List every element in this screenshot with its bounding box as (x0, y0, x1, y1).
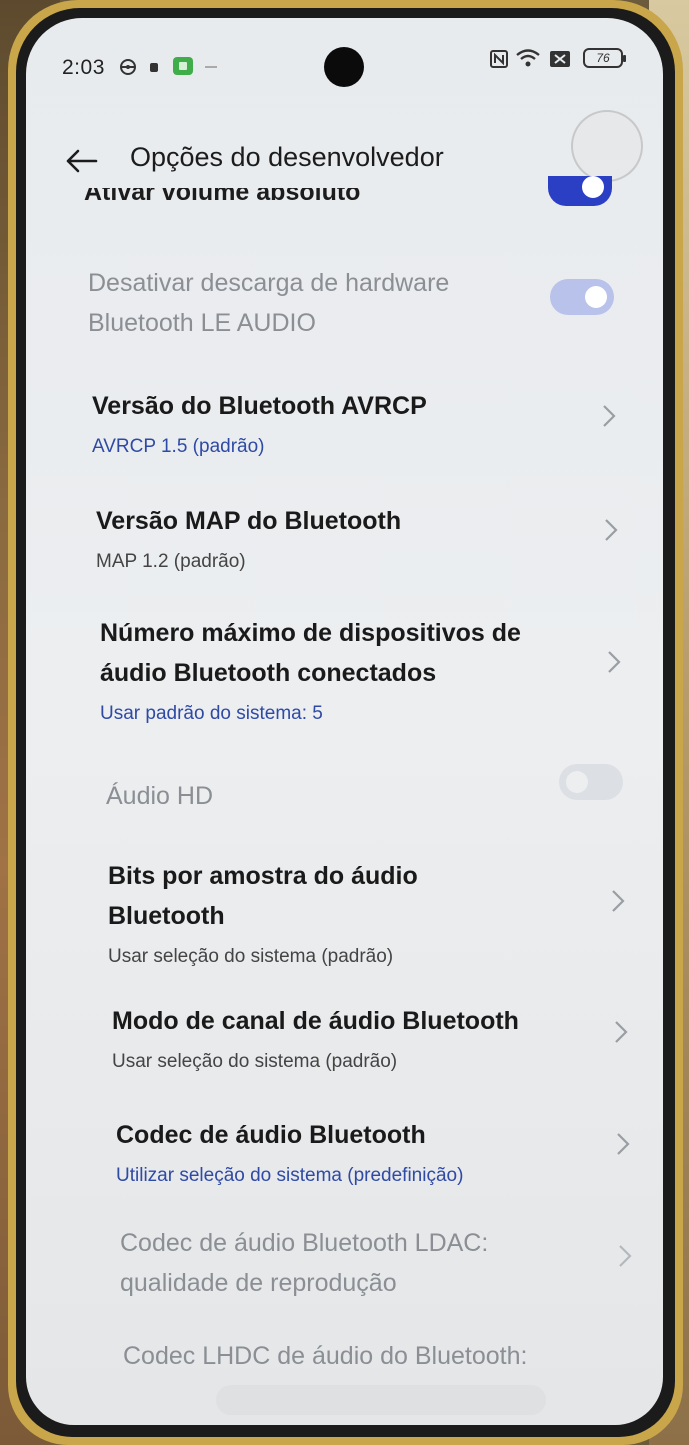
dash-icon (205, 66, 217, 68)
row-title-line: Bits por amostra do áudio (108, 862, 418, 890)
row-title-line: Codec de áudio Bluetooth (116, 1121, 426, 1149)
row-subtitle: Utilizar seleção do sistema (predefiniçã… (116, 1165, 464, 1186)
gesture-nav-bar (216, 1385, 546, 1415)
steering-icon (120, 59, 136, 75)
page-title: Opções do desenvolvedor (130, 142, 444, 172)
screen: 2:03 76 Opções do desenvolvedor Ativar v… (26, 18, 663, 1425)
toggle-knob (566, 771, 588, 793)
phone-frame: 2:03 76 Opções do desenvolvedor Ativar v… (8, 0, 683, 1445)
chevron-right-icon (612, 890, 625, 912)
battery-icon: 76 (583, 48, 626, 68)
chevron-right-icon (615, 1021, 628, 1043)
floating-assistive-button[interactable] (571, 110, 643, 182)
row-title-line: Versão do Bluetooth AVRCP (92, 392, 427, 420)
row-map-version[interactable]: Versão MAP do Bluetooth MAP 1.2 (padrão) (96, 501, 656, 577)
row-title-line: Versão MAP do Bluetooth (96, 507, 402, 535)
row-title-line: Número máximo de dispositivos de (100, 619, 521, 647)
front-camera (324, 47, 364, 87)
phone-bezel: 2:03 76 Opções do desenvolvedor Ativar v… (16, 8, 675, 1437)
row-max-connected-devices[interactable]: Número máximo de dispositivos de áudio B… (100, 613, 660, 729)
sim-icon (550, 51, 570, 67)
row-subtitle: Usar padrão do sistema: 5 (100, 703, 323, 724)
wifi-icon (516, 49, 540, 67)
chevron-right-icon (608, 651, 621, 673)
toggle-knob (585, 286, 607, 308)
le-audio-offload-toggle[interactable] (550, 279, 614, 315)
row-title-line: qualidade de reprodução (120, 1269, 397, 1297)
row-bits-per-sample[interactable]: Bits por amostra do áudio Bluetooth Usar… (108, 856, 663, 972)
row-title-line: Modo de canal de áudio Bluetooth (112, 1007, 519, 1035)
nfc-icon (490, 50, 508, 68)
row-lhdc-codec[interactable]: Codec LHDC de áudio do Bluetooth: (123, 1336, 663, 1376)
chevron-right-icon (605, 519, 618, 541)
arrow-left-icon[interactable] (64, 148, 98, 174)
row-subtitle: Usar seleção do sistema (padrão) (108, 946, 394, 967)
notification-dot-icon (150, 63, 158, 72)
hd-audio-toggle[interactable] (559, 764, 623, 800)
row-title-line: Codec de áudio Bluetooth LDAC: (120, 1229, 489, 1257)
status-bar: 2:03 76 (26, 18, 663, 98)
row-channel-mode[interactable]: Modo de canal de áudio Bluetooth Usar se… (112, 1001, 663, 1077)
absolute-volume-toggle[interactable] (548, 176, 612, 206)
partial-row-absolute-volume[interactable]: Ativar volume absoluto (84, 188, 584, 218)
row-subtitle: AVRCP 1.5 (padrão) (92, 436, 265, 457)
partial-row-title: Ativar volume absoluto (84, 188, 361, 206)
row-ldac-quality[interactable]: Codec de áudio Bluetooth LDAC: qualidade… (120, 1223, 663, 1303)
app-icon (173, 57, 193, 75)
row-subtitle: Usar seleção do sistema (padrão) (112, 1051, 398, 1072)
chevron-right-icon (603, 405, 616, 427)
row-title-line: Codec LHDC de áudio do Bluetooth: (123, 1342, 528, 1370)
row-title-line: Bluetooth (108, 902, 225, 930)
row-subtitle: MAP 1.2 (padrão) (96, 551, 246, 572)
row-title-line: áudio Bluetooth conectados (100, 659, 437, 687)
chevron-right-icon (619, 1245, 632, 1267)
status-time: 2:03 (62, 56, 105, 79)
row-avrcp-version[interactable]: Versão do Bluetooth AVRCP AVRCP 1.5 (pad… (92, 386, 652, 462)
row-audio-codec[interactable]: Codec de áudio Bluetooth Utilizar seleçã… (116, 1115, 663, 1191)
toggle-knob (582, 176, 604, 198)
chevron-right-icon (617, 1133, 630, 1155)
